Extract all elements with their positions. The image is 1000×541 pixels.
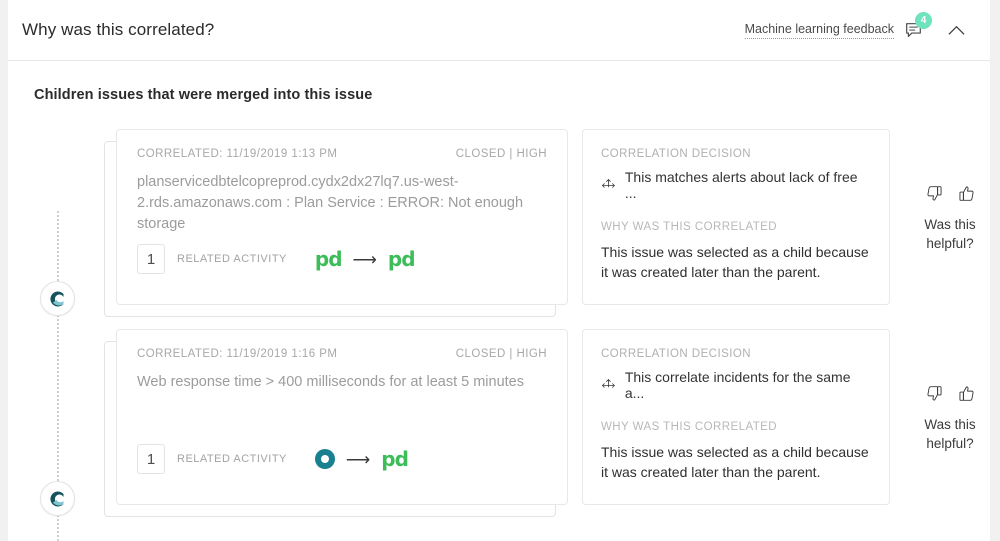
issue-correlated-timestamp: CORRELATED: 11/19/2019 1:16 PM xyxy=(137,348,338,360)
thumbs-down-icon xyxy=(926,385,942,401)
helpful-feedback-block: Was this helpful? xyxy=(904,383,996,453)
correlation-decision-card[interactable]: CORRELATION DECISION This correlate inci… xyxy=(582,329,890,505)
pagerduty-logo-icon: pd xyxy=(387,247,416,271)
related-activity-label: RELATED ACTIVITY xyxy=(177,253,287,265)
correlation-panel: Why was this correlated? Machine learnin… xyxy=(8,0,990,541)
machine-learning-feedback-link[interactable]: Machine learning feedback xyxy=(744,22,894,39)
thumbs-down-icon xyxy=(926,185,942,201)
correlated-issue-row: CORRELATED: 11/19/2019 1:16 PM CLOSED | … xyxy=(104,329,976,529)
move-arrows-icon xyxy=(602,378,615,388)
correlation-decision-text: This correlate incidents for the same a.… xyxy=(624,369,851,401)
correlation-decision-row: This correlate incidents for the same a.… xyxy=(601,369,871,401)
related-activity-label: RELATED ACTIVITY xyxy=(177,453,287,465)
correlation-decision-row: This matches alerts about lack of free .… xyxy=(601,169,871,201)
panel-header: Why was this correlated? Machine learnin… xyxy=(8,0,990,61)
why-correlated-text: This issue was selected as a child becau… xyxy=(601,244,869,280)
pagerduty-logo-icon: pd xyxy=(314,247,343,271)
issue-status: CLOSED | HIGH xyxy=(455,348,547,360)
helpful-question: Was this helpful? xyxy=(924,217,976,251)
related-activity-block: 1 RELATED ACTIVITY ⟶ pd xyxy=(137,444,409,474)
why-correlated-label: WHY WAS THIS CORRELATED xyxy=(601,221,778,233)
thumbs-group xyxy=(904,183,996,203)
thumbs-up-icon xyxy=(958,185,974,201)
why-correlated-text: This issue was selected as a child becau… xyxy=(601,444,869,480)
page-root: Why was this correlated? Machine learnin… xyxy=(0,0,1000,541)
newrelic-ring-logo-icon xyxy=(314,449,335,469)
move-arrows-icon xyxy=(602,178,615,188)
arrow-right-icon: ⟶ xyxy=(352,249,377,269)
collapse-panel-button[interactable] xyxy=(944,18,968,42)
header-actions: Machine learning feedback 4 xyxy=(744,12,968,43)
thumbs-down-button[interactable] xyxy=(924,383,944,403)
why-correlated-label: WHY WAS THIS CORRELATED xyxy=(601,421,778,433)
page-title: Why was this correlated? xyxy=(22,20,215,39)
feedback-comment-button[interactable]: 4 xyxy=(900,12,932,43)
correlation-decision-card[interactable]: CORRELATION DECISION This matches alerts… xyxy=(582,129,890,305)
feedback-count-badge: 4 xyxy=(915,12,932,29)
helpful-question: Was this helpful? xyxy=(924,417,976,451)
thumbs-up-button[interactable] xyxy=(956,183,976,203)
pagerduty-logo-icon: pd xyxy=(381,447,409,471)
correlation-decision-label: CORRELATION DECISION xyxy=(601,348,751,360)
issue-status: CLOSED | HIGH xyxy=(455,148,547,160)
section-title: Children issues that were merged into th… xyxy=(34,87,373,103)
issue-summary-card[interactable]: CORRELATED: 11/19/2019 1:13 PM CLOSED | … xyxy=(116,129,568,305)
panel-body: Children issues that were merged into th… xyxy=(8,61,990,541)
thumbs-up-button[interactable] xyxy=(956,383,976,403)
issue-summary-card[interactable]: CORRELATED: 11/19/2019 1:16 PM CLOSED | … xyxy=(116,329,568,505)
correlation-decision-label: CORRELATION DECISION xyxy=(601,148,751,160)
related-activity-count: 1 xyxy=(137,244,165,274)
related-activity-block: 1 RELATED ACTIVITY pd ⟶ pd xyxy=(137,244,416,274)
correlated-issue-row: CORRELATED: 11/19/2019 1:13 PM CLOSED | … xyxy=(104,129,976,329)
correlated-issue-list: CORRELATED: 11/19/2019 1:13 PM CLOSED | … xyxy=(8,129,990,529)
issue-correlated-timestamp: CORRELATED: 11/19/2019 1:13 PM xyxy=(137,148,338,160)
related-activity-count: 1 xyxy=(137,444,165,474)
arrow-right-icon: ⟶ xyxy=(345,449,371,469)
issue-title: planservicedbtelcopreprod.cydx2dx27lq7.u… xyxy=(137,174,524,232)
thumbs-down-button[interactable] xyxy=(924,183,944,203)
issue-meta: CORRELATED: 11/19/2019 1:16 PM CLOSED | … xyxy=(137,348,547,360)
issue-meta: CORRELATED: 11/19/2019 1:13 PM CLOSED | … xyxy=(137,148,547,160)
issue-title: Web response time > 400 milliseconds for… xyxy=(137,374,524,390)
correlation-decision-text: This matches alerts about lack of free .… xyxy=(624,169,858,201)
thumbs-up-icon xyxy=(958,385,974,401)
helpful-feedback-block: Was this helpful? xyxy=(904,183,996,253)
activity-flow: ⟶ pd xyxy=(314,447,409,471)
activity-flow: pd ⟶ pd xyxy=(314,247,416,271)
chevron-up-icon xyxy=(948,25,964,35)
thumbs-group xyxy=(904,383,996,403)
